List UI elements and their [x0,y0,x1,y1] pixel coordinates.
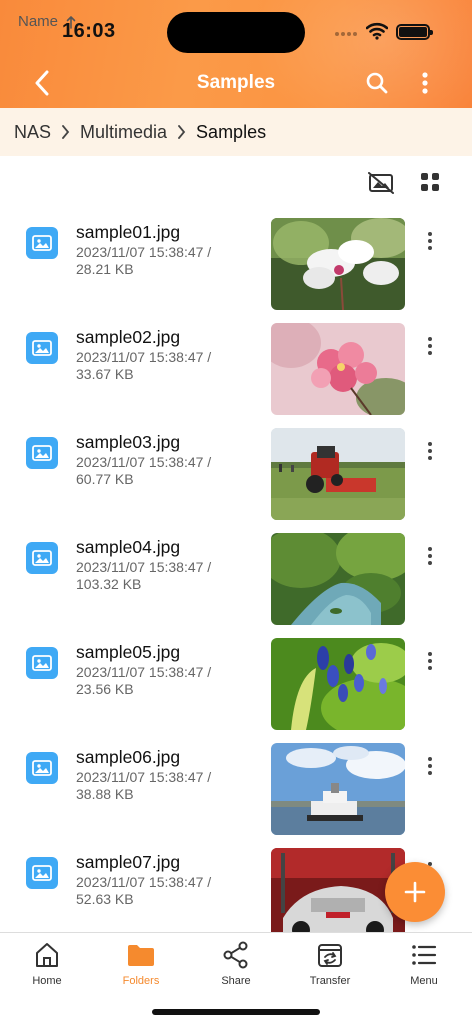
file-date: 2023/11/07 15:38:47 / [76,664,212,680]
file-meta: 2023/11/07 15:38:47 / 103.32 KB [76,559,246,593]
tab-transfer[interactable]: Transfer [290,941,370,993]
file-name: sample06.jpg [76,747,181,767]
image-file-icon [26,542,58,574]
file-name: sample02.jpg [76,327,181,347]
image-file-icon [26,437,58,469]
file-date: 2023/11/07 15:38:47 / [76,769,212,785]
file-list: sample01.jpg 2023/11/07 15:38:47 / 28.21… [0,204,472,932]
image-file-icon [26,857,58,889]
image-file-icon [26,752,58,784]
file-meta: 2023/11/07 15:38:47 / 33.67 KB [76,349,246,383]
tab-label: Share [221,975,251,987]
list-item[interactable]: sample02.jpg 2023/11/07 15:38:47 / 33.67… [0,314,472,419]
file-size: 60.77 KB [76,471,134,487]
thumbnail-image[interactable] [271,323,405,415]
wifi-icon [366,22,388,40]
search-icon [366,72,388,94]
sort-control[interactable]: Name [18,13,76,30]
item-more-button[interactable] [420,334,440,358]
thumbnail-image[interactable] [271,218,405,310]
file-size: 52.63 KB [76,891,134,907]
more-vertical-icon [422,72,428,94]
tab-label: Transfer [309,975,351,987]
menu-icon [412,945,437,965]
item-more-button[interactable] [420,544,440,568]
file-name: sample05.jpg [76,642,181,662]
sort-label: Name [18,13,59,30]
file-date: 2023/11/07 15:38:47 / [76,559,212,575]
thumbnail-image[interactable] [271,533,405,625]
home-indicator [152,1009,320,1015]
file-date: 2023/11/07 15:38:47 / [76,244,212,260]
grid-view-icon[interactable] [421,173,439,191]
arrow-up-icon [66,15,76,29]
chevron-right-icon [61,125,70,139]
file-size: 28.21 KB [76,261,134,277]
file-name: sample07.jpg [76,852,181,872]
list-item[interactable]: sample03.jpg 2023/11/07 15:38:47 / 60.77… [0,419,472,524]
dynamic-island [167,12,305,53]
add-button[interactable] [385,862,445,922]
search-button[interactable] [362,68,392,98]
file-meta: 2023/11/07 15:38:47 / 23.56 KB [76,664,246,698]
file-size: 103.32 KB [76,576,142,592]
plus-icon [404,881,426,903]
tab-label: Menu [410,975,438,987]
tab-share[interactable]: Share [196,941,276,993]
home-icon [36,943,58,967]
share-icon [223,941,248,969]
file-date: 2023/11/07 15:38:47 / [76,874,212,890]
folder-icon [128,945,154,966]
cellular-signal-icon [335,30,359,38]
page-title: Samples [196,72,276,93]
breadcrumb-item-samples: Samples [196,121,267,142]
battery-icon [396,24,433,40]
file-name: sample03.jpg [76,432,181,452]
list-item[interactable]: sample04.jpg 2023/11/07 15:38:47 / 103.3… [0,524,472,629]
image-file-icon [26,332,58,364]
image-file-icon [26,227,58,259]
file-date: 2023/11/07 15:38:47 / [76,349,212,365]
file-meta: 2023/11/07 15:38:47 / 38.88 KB [76,769,246,803]
file-size: 23.56 KB [76,681,134,697]
more-options-button[interactable] [413,68,437,98]
item-more-button[interactable] [420,649,440,673]
file-meta: 2023/11/07 15:38:47 / 28.21 KB [76,244,246,278]
thumbnail-image[interactable] [271,428,405,520]
back-button[interactable] [26,66,58,100]
tab-home[interactable]: Home [7,941,87,993]
transfer-icon [318,944,342,967]
item-more-button[interactable] [420,439,440,463]
chevron-left-icon [35,70,49,96]
file-name: sample01.jpg [76,222,181,242]
image-file-icon [26,647,58,679]
tab-folders[interactable]: Folders [101,941,181,993]
file-date: 2023/11/07 15:38:47 / [76,454,212,470]
thumbnail-image[interactable] [271,743,405,835]
hide-thumbnails-icon[interactable] [368,172,394,194]
file-size: 33.67 KB [76,366,134,382]
file-size: 38.88 KB [76,786,134,802]
breadcrumb: NAS Multimedia Samples [0,108,472,156]
chevron-right-icon [177,125,186,139]
list-item[interactable]: sample01.jpg 2023/11/07 15:38:47 / 28.21… [0,209,472,314]
list-item[interactable]: sample05.jpg 2023/11/07 15:38:47 / 23.56… [0,629,472,734]
breadcrumb-item-nas[interactable]: NAS [14,122,51,143]
thumbnail-image[interactable] [271,638,405,730]
list-item[interactable]: sample06.jpg 2023/11/07 15:38:47 / 38.88… [0,734,472,839]
breadcrumb-item-multimedia[interactable]: Multimedia [80,122,167,143]
item-more-button[interactable] [420,229,440,253]
tab-label: Folders [122,975,160,987]
file-meta: 2023/11/07 15:38:47 / 52.63 KB [76,874,246,908]
tab-label: Home [32,975,62,987]
item-more-button[interactable] [420,754,440,778]
tab-menu[interactable]: Menu [384,941,464,993]
file-name: sample04.jpg [76,537,181,557]
file-meta: 2023/11/07 15:38:47 / 60.77 KB [76,454,246,488]
